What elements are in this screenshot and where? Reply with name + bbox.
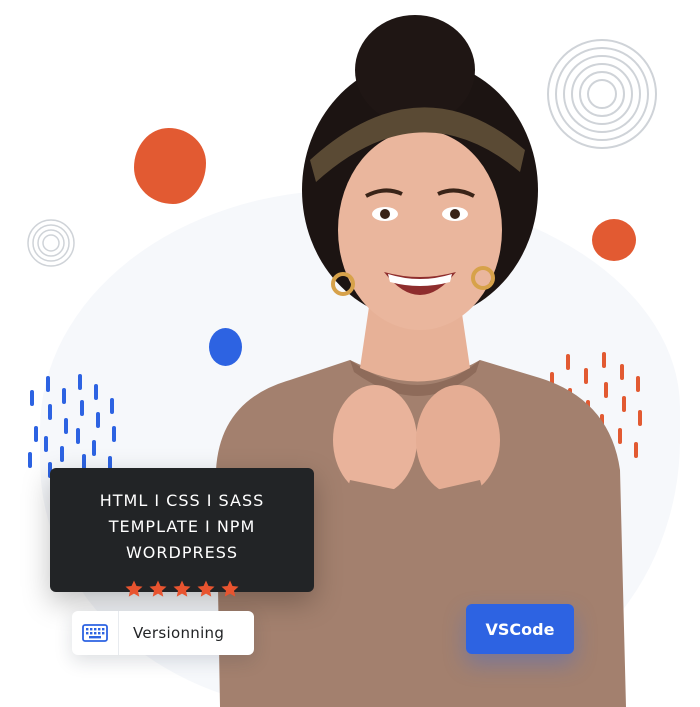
tech-stack-card: HTML I CSS I SASS TEMPLATE I NPM WORDPRE… (50, 468, 314, 592)
keyboard-icon (72, 611, 119, 655)
hero-illustration: HTML I CSS I SASS TEMPLATE I NPM WORDPRE… (0, 0, 700, 707)
tech-stack-line: HTML I CSS I SASS (99, 491, 265, 510)
tech-stack-list: HTML I CSS I SASS TEMPLATE I NPM WORDPRE… (50, 488, 314, 566)
rating-stars (50, 579, 314, 599)
star-icon (196, 579, 216, 599)
smiling-woman-photo (216, 15, 626, 707)
tech-stack-line: TEMPLATE I NPM (108, 517, 256, 536)
star-icon (220, 579, 240, 599)
star-icon (148, 579, 168, 599)
concentric-circles-small (27, 219, 75, 267)
blue-dash-pattern (28, 374, 116, 478)
versioning-label: Versionning (133, 624, 225, 642)
versioning-badge: Versionning (72, 611, 254, 655)
star-icon (124, 579, 144, 599)
star-icon (172, 579, 192, 599)
tech-stack-line: WORDPRESS (125, 543, 239, 562)
vscode-badge: VSCode (466, 604, 574, 654)
